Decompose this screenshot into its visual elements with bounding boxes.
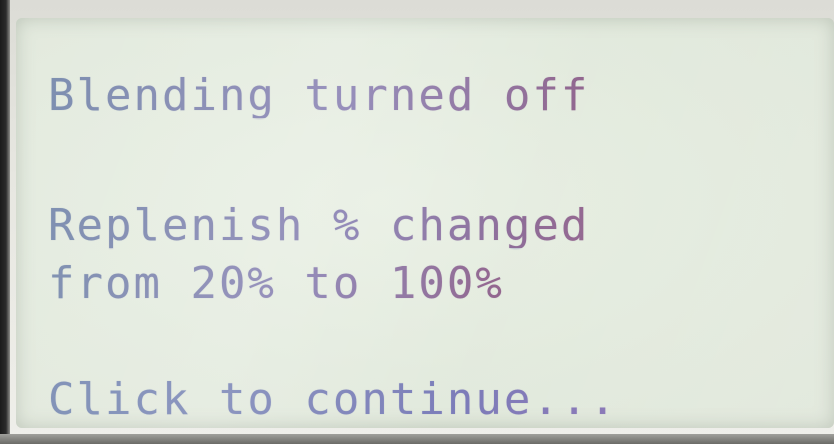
status-message-blending: Blending turned off bbox=[48, 70, 590, 121]
bottom-bezel bbox=[0, 434, 834, 444]
status-message-replenish: Replenish % changed bbox=[48, 200, 590, 251]
continue-prompt[interactable]: Click to continue... bbox=[48, 378, 618, 422]
left-bezel bbox=[0, 0, 10, 444]
device-panel: Blending turned off Replenish % changed … bbox=[0, 0, 834, 444]
lcd-screen[interactable]: Blending turned off Replenish % changed … bbox=[16, 18, 834, 428]
status-message-change-range: from 20% to 100% bbox=[48, 258, 504, 309]
